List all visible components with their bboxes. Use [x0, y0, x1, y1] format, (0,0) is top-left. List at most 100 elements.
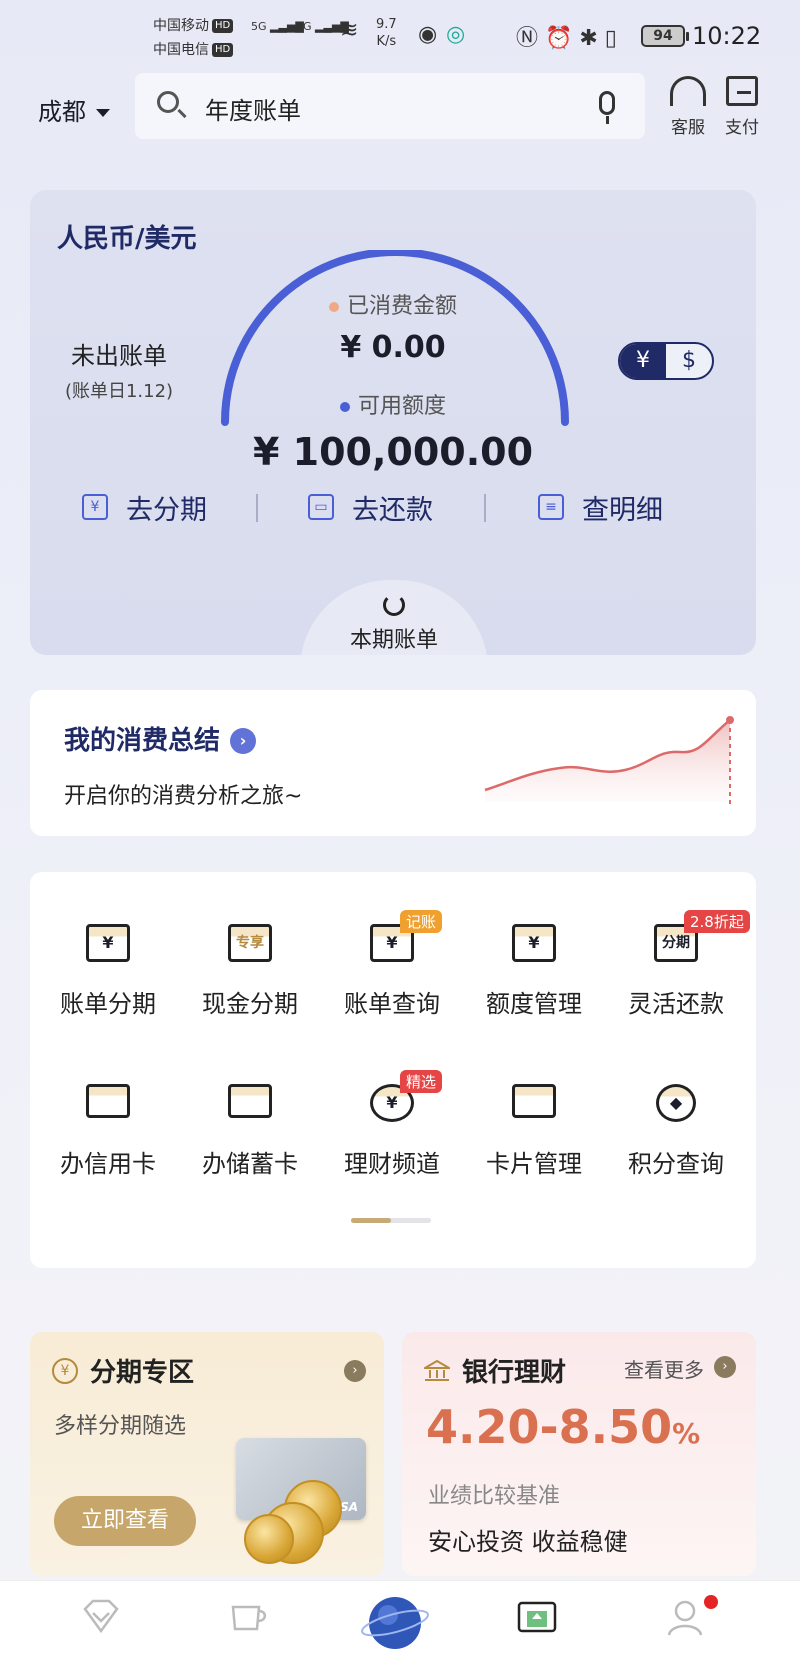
installment-action-button[interactable]: ¥ 去分期: [82, 482, 207, 532]
tab-mine[interactable]: [630, 1581, 740, 1666]
wallet-icon: ▭: [308, 494, 334, 520]
summary-title: 我的消费总结 ›: [64, 720, 257, 757]
status-bar: 中国移动 HD 中国电信 HD 5G ▂▃▅▇ 4G ▂▃▅▇ ≋ 9.7 K/s ◉…: [0, 0, 800, 70]
pay-button[interactable]: 支付: [718, 76, 766, 138]
discount-tag: 2.8折起: [684, 910, 750, 933]
divider: [484, 494, 486, 522]
search-bar[interactable]: 年度账单: [135, 73, 645, 139]
search-input[interactable]: 年度账单: [205, 91, 301, 126]
service-wealth-channel[interactable]: ¥ 精选 理财频道: [322, 1070, 462, 1179]
service-card-management[interactable]: 卡片管理: [464, 1076, 604, 1179]
customer-service-label: 客服: [671, 118, 705, 138]
wechat-icon: ◉: [418, 22, 438, 47]
clock: 10:22: [692, 22, 762, 50]
trend-sparkline: [484, 716, 734, 806]
diamond-icon: [83, 1599, 119, 1634]
bank-wealth-title: 银行理财: [462, 1358, 567, 1388]
service-cash-installment[interactable]: 专享 现金分期: [180, 916, 320, 1019]
summary-subtitle: 开启你的消费分析之旅~: [64, 784, 303, 809]
available-dot-icon: [339, 402, 350, 412]
search-doc-icon: ≡: [538, 494, 564, 520]
service-credit-limit[interactable]: ¥ 额度管理: [464, 916, 604, 1019]
service-flexible-repay[interactable]: 分期 2.8折起 灵活还款: [606, 910, 750, 1019]
chevron-right-icon: ›: [230, 728, 257, 754]
view-now-button[interactable]: 立即查看: [54, 1496, 196, 1546]
caret-down-icon: [96, 109, 110, 117]
refresh-icon: [383, 594, 405, 616]
currency-rmb-option[interactable]: ¥: [620, 344, 666, 378]
headset-icon: [670, 76, 706, 106]
tab-finance[interactable]: [482, 1581, 592, 1666]
message-icon: ◎: [446, 22, 466, 47]
carrier-2: 中国电信: [153, 42, 209, 58]
credit-limit-icon: ¥: [512, 924, 556, 962]
hd-badge: HD: [212, 43, 234, 57]
wifi-icon: ≋: [340, 18, 359, 43]
featured-tag: 精选: [400, 1070, 443, 1093]
debit-card-icon: [228, 1084, 272, 1118]
gold-coins-image: [244, 1474, 344, 1564]
repay-action-button[interactable]: ▭ 去还款: [308, 482, 433, 532]
scan-icon: [726, 76, 758, 106]
this-bill-tab[interactable]: 本期账单: [300, 580, 488, 655]
available-value: ¥ 100,000.00: [252, 430, 534, 474]
network-speed: 9.7 K/s: [376, 17, 397, 49]
installment-zone-subtitle: 多样分期随选: [54, 1414, 187, 1439]
yuan-card-icon: ¥: [86, 924, 130, 962]
wealth-slogan: 安心投资 收益稳健: [428, 1528, 628, 1556]
view-more-link[interactable]: 查看更多: [624, 1354, 704, 1383]
details-action-button[interactable]: ≡ 查明细: [538, 482, 663, 532]
available-label: 可用额度: [30, 388, 756, 420]
currency-usd-option[interactable]: $: [666, 344, 712, 378]
bank-wealth-card[interactable]: 银行理财 查看更多 › 4.20-8.50% 业绩比较基准 安心投资 收益稳健: [402, 1332, 756, 1576]
this-bill-label: 本期账单: [349, 628, 438, 653]
carrier-info: 中国移动 HD 中国电信 HD: [153, 14, 234, 62]
customer-service-button[interactable]: 客服: [664, 76, 712, 138]
user-icon: [667, 1600, 703, 1636]
spent-label: 已消费金额: [30, 288, 756, 320]
service-bill-query[interactable]: ¥ 记账 账单查询: [322, 910, 462, 1019]
tab-featured[interactable]: [46, 1581, 156, 1666]
pay-label: 支付: [725, 118, 759, 138]
service-points-query[interactable]: ◆ 积分查询: [606, 1076, 746, 1179]
screen-up-arrow-icon: [517, 1601, 557, 1633]
points-coin-icon: ◆: [656, 1084, 696, 1122]
yuan-circle-icon: ¥: [52, 1358, 78, 1384]
cup-icon: [231, 1605, 267, 1631]
page-indicator: [351, 1218, 431, 1223]
yield-rate: 4.20-8.50%: [426, 1400, 701, 1454]
hd-badge: HD: [212, 19, 234, 33]
yield-benchmark-label: 业绩比较基准: [428, 1484, 561, 1509]
yuan-doc-icon: ¥: [82, 494, 108, 520]
planet-icon: [361, 1597, 429, 1649]
currency-title: 人民币/美元: [57, 224, 197, 254]
service-bill-installment[interactable]: ¥ 账单分期: [38, 916, 178, 1019]
tab-life[interactable]: [194, 1581, 304, 1666]
bill-card: 人民币/美元 未出账单 (账单日1.12) 已消费金额 ¥ 0.00 可用额度 …: [30, 190, 756, 655]
carrier-1: 中国移动: [153, 18, 209, 34]
service-apply-debit-card[interactable]: 办储蓄卡: [180, 1076, 320, 1179]
credit-card-icon: [86, 1084, 130, 1118]
installment-zone-title: 分期专区: [90, 1358, 195, 1388]
card-management-icon: [512, 1084, 556, 1118]
service-apply-credit-card[interactable]: 办信用卡: [38, 1076, 178, 1179]
battery-icon: 94: [641, 25, 689, 47]
chevron-right-icon[interactable]: ›: [344, 1360, 366, 1382]
chevron-right-icon[interactable]: ›: [714, 1356, 736, 1378]
bank-icon: [424, 1360, 450, 1381]
spent-dot-icon: [328, 302, 339, 312]
spending-summary-card[interactable]: 我的消费总结 › 开启你的消费分析之旅~: [30, 690, 756, 836]
services-grid: ¥ 账单分期 专享 现金分期 ¥ 记账 账单查询 ¥ 额度管理 分期 2.8折起 灵…: [30, 872, 756, 1268]
city-selector[interactable]: 成都: [38, 92, 110, 127]
exclusive-card-icon: 专享: [228, 924, 272, 962]
divider: [256, 494, 258, 522]
tab-center-feature[interactable]: [340, 1581, 450, 1666]
microphone-icon[interactable]: [599, 91, 615, 124]
bill-actions: ¥ 去分期 ▭ 去还款 ≡ 查明细: [30, 482, 756, 532]
city-label: 成都: [38, 98, 86, 126]
currency-toggle[interactable]: ¥ $: [618, 342, 714, 380]
nfc-alarm-bluetooth-vibrate-icons: Ⓝ ⏰ ✱ ▯: [516, 26, 617, 51]
installment-zone-card[interactable]: ¥ 分期专区 › 多样分期随选 VISA 立即查看: [30, 1332, 384, 1576]
bookkeeping-tag: 记账: [400, 910, 443, 933]
notification-dot: [704, 1595, 718, 1609]
